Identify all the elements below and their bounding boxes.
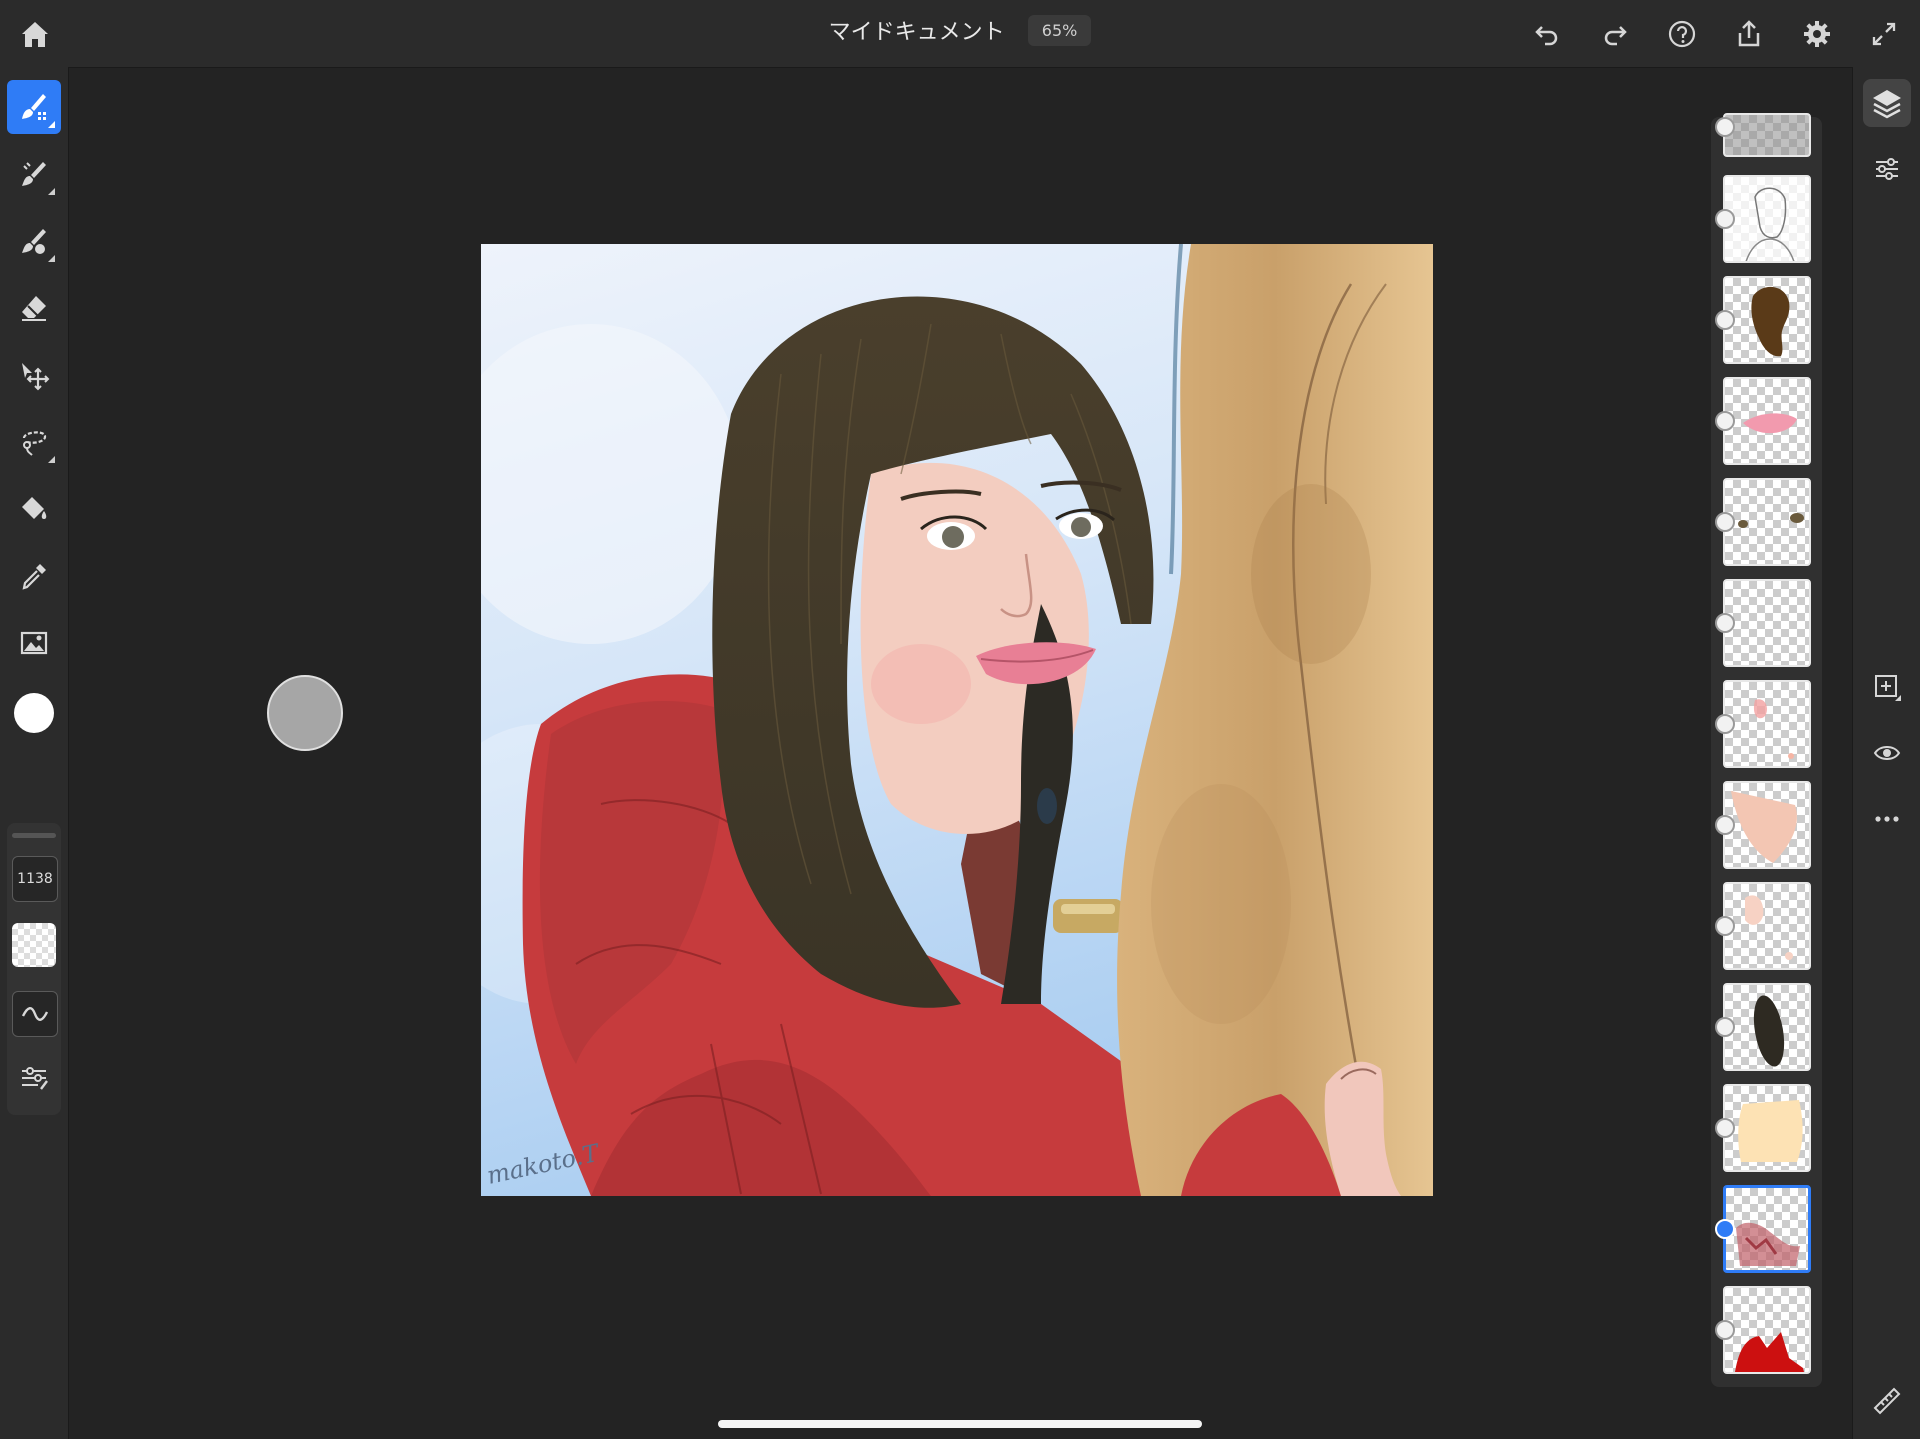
lasso-icon [22,431,47,456]
layer-thumbnail[interactable] [1723,276,1811,364]
fill-tool[interactable] [7,482,61,536]
fullscreen-icon[interactable] [1866,16,1902,52]
artwork: makoto.T [481,244,1433,1196]
layer-thumbnail[interactable] [1723,478,1811,566]
more-options-button[interactable] [1863,795,1911,843]
layer-thumbnail[interactable] [1723,175,1811,263]
layers-panel [1711,113,1822,1387]
smoothing-wave-icon [21,1007,49,1021]
layer-handle-icon[interactable] [1715,1320,1735,1340]
layer-thumbnail[interactable] [1723,1286,1811,1374]
eraser-tool[interactable] [7,281,61,335]
top-bar: マイドキュメント 65% [0,0,1920,68]
layer-handle-icon[interactable] [1715,209,1735,229]
place-image-tool[interactable] [7,616,61,670]
home-indicator [718,1420,1202,1428]
layer-thumbnail[interactable] [1723,680,1811,768]
right-rail [1852,67,1920,1439]
move-tool[interactable] [7,348,61,402]
layer-handle-icon-selected[interactable] [1715,1219,1735,1239]
layer-thumbnail[interactable] [1723,983,1811,1071]
tool-options-indicator [48,121,55,128]
eraser-icon [22,296,46,321]
add-layer-button[interactable] [1863,663,1911,711]
image-icon [20,631,48,655]
layer-handle-icon[interactable] [1715,310,1735,330]
smudge-brush-icon [22,162,46,186]
layer-handle-icon[interactable] [1715,815,1735,835]
layer-handle-icon[interactable] [1715,613,1735,633]
move-icon [22,363,50,391]
brush-opacity-swatch[interactable] [12,923,56,967]
eyedropper-icon [22,564,46,590]
brush-settings-icon [22,1067,48,1090]
mixer-brush-tool[interactable] [7,214,61,268]
help-icon[interactable] [1664,16,1700,52]
ruler-button[interactable] [1863,1377,1911,1425]
layer-thumbnail[interactable] [1723,1084,1811,1172]
layer-thumbnail[interactable] [1723,579,1811,667]
layer-thumbnail-selected[interactable] [1723,1185,1811,1273]
color-picker-swatch[interactable] [7,686,61,740]
ruler-icon [1873,1387,1901,1415]
zoom-level[interactable]: 65% [1027,14,1092,46]
brush-size-value[interactable]: 1138 [12,856,58,902]
floating-modifier-button[interactable] [267,675,343,751]
paint-bucket-icon [22,497,47,519]
layer-thumbnail[interactable] [1723,882,1811,970]
lasso-select-tool[interactable] [7,415,61,469]
layer-handle-icon[interactable] [1715,714,1735,734]
eye-icon [1873,746,1901,760]
tool-options-indicator [48,456,55,463]
tool-options-indicator [48,255,55,262]
home-icon[interactable] [16,16,54,54]
add-layer-icon [1875,675,1901,701]
layer-handle-icon[interactable] [1715,117,1735,137]
document-title[interactable]: マイドキュメント [829,20,1005,45]
layer-handle-icon[interactable] [1715,411,1735,431]
sliders-icon [1876,158,1898,180]
group-divider [12,833,56,838]
layer-thumbnail[interactable] [1723,377,1811,465]
layer-thumbnail[interactable] [1723,781,1811,869]
more-dots-icon [1875,816,1899,822]
brush-settings-button[interactable] [7,1050,61,1104]
paint-brush-icon [22,94,46,120]
tool-options-indicator [48,188,55,195]
paint-brush-tool[interactable] [7,80,61,134]
eyedropper-tool[interactable] [7,549,61,603]
layer-properties-button[interactable] [1863,145,1911,193]
layer-thumbnail[interactable] [1723,113,1811,157]
settings-gear-icon[interactable] [1799,16,1835,52]
layers-icon [1873,90,1901,119]
layer-handle-icon[interactable] [1715,1118,1735,1138]
layer-handle-icon[interactable] [1715,512,1735,532]
smudge-tool[interactable] [7,147,61,201]
redo-icon[interactable] [1597,16,1633,52]
layers-panel-button[interactable] [1863,79,1911,127]
layer-visibility-button[interactable] [1863,729,1911,777]
layer-handle-icon[interactable] [1715,1017,1735,1037]
drawing-canvas[interactable]: makoto.T [481,244,1433,1196]
share-icon[interactable] [1731,16,1767,52]
mixer-brush-icon [22,229,46,254]
smoothing-button[interactable] [12,991,58,1037]
left-toolbar: 1138 [0,67,69,1439]
layer-handle-icon[interactable] [1715,916,1735,936]
current-color-circle [14,693,54,733]
undo-icon[interactable] [1529,16,1565,52]
